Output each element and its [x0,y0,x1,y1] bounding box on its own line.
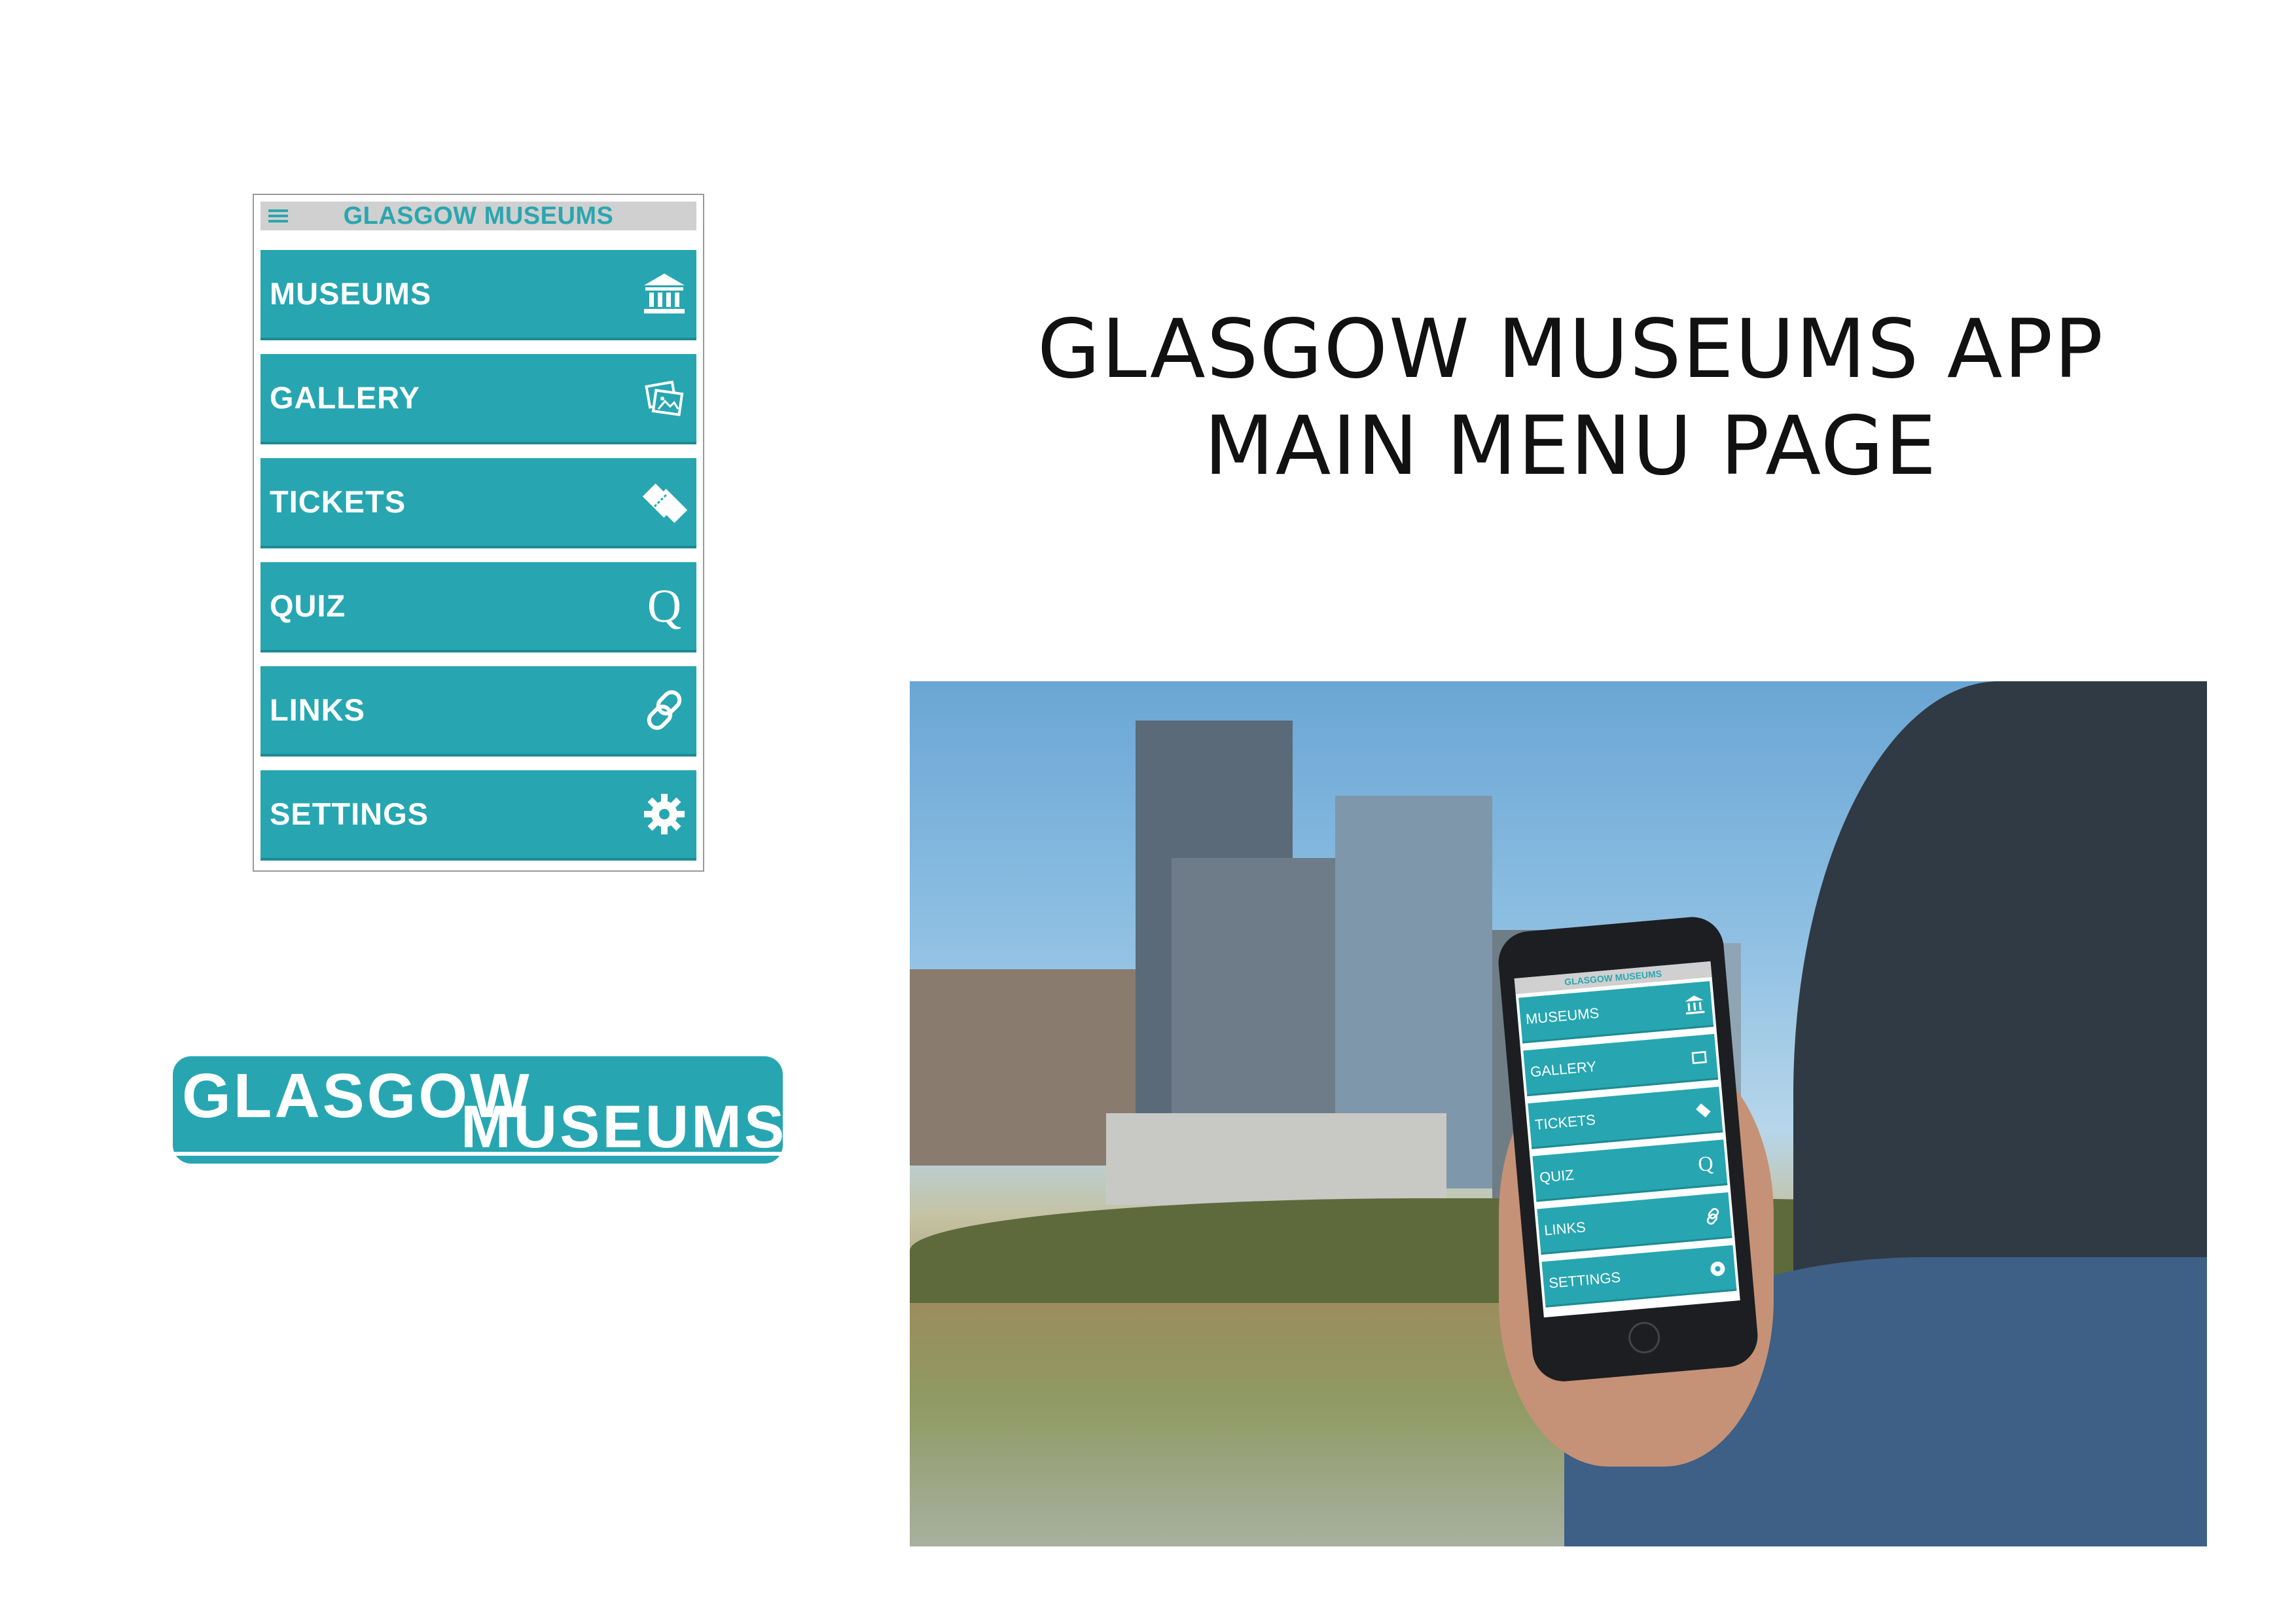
gallery-icon [641,375,687,421]
gear-icon [1706,1257,1729,1280]
menu-item-label: LINKS [270,692,365,727]
menu-item-label: SETTINGS [270,796,429,831]
logo-word-museums: MUSEUMS [461,1094,787,1160]
phone-device: GLASGOW MUSEUMS MUSEUMS GALLERY TICKETS … [1496,914,1761,1384]
menu-item-tickets[interactable]: TICKETS [260,458,696,548]
app-mockup: GLASGOW MUSEUMS MUSEUMS GALLERY TICKETS … [253,194,704,872]
gallery-icon [1688,1046,1711,1069]
phone-menu-item-links: LINKS [1537,1192,1732,1255]
menu-item-links[interactable]: LINKS [260,666,696,757]
menu-item-museums[interactable]: MUSEUMS [260,250,696,340]
quiz-icon: Q [647,580,681,632]
hamburger-icon[interactable] [268,208,288,224]
quiz-icon: Q [1696,1150,1714,1176]
menu-item-gallery[interactable]: GALLERY [260,354,696,444]
page-heading: GLASGOW MUSEUMS APP MAIN MENU PAGE [916,301,2225,495]
phone-menu-label: TICKETS [1534,1111,1596,1133]
phone-menu-item-tickets: TICKETS [1528,1086,1723,1149]
phone-menu-label: GALLERY [1530,1058,1597,1080]
phone-screen: GLASGOW MUSEUMS MUSEUMS GALLERY TICKETS … [1514,961,1740,1318]
menu-item-label: TICKETS [270,484,406,519]
phone-menu-item-settings: SETTINGS [1541,1245,1737,1308]
glasgow-museums-logo: GLASGOW MUSEUMS [173,1056,784,1164]
menu-item-label: GALLERY [270,380,420,415]
app-title: GLASGOW MUSEUMS [343,202,614,230]
tickets-icon [641,479,688,525]
link-icon [1702,1205,1725,1228]
phone-menu-label: LINKS [1543,1219,1587,1239]
menu-item-label: MUSEUMS [270,276,432,311]
museum-icon [1683,993,1706,1016]
phone-menu-label: SETTINGS [1548,1268,1622,1292]
phone-menu-item-quiz: QUIZ Q [1532,1139,1728,1202]
building [1106,1113,1446,1205]
menu-item-label: QUIZ [270,588,346,623]
phone-menu-label: QUIZ [1539,1166,1575,1186]
menu-item-settings[interactable]: SETTINGS [260,770,696,861]
heading-line-2: MAIN MENU PAGE [1204,399,1938,493]
lifestyle-photo: GLASGOW MUSEUMS MUSEUMS GALLERY TICKETS … [910,681,2207,1546]
link-icon [641,687,687,733]
gear-icon [641,791,687,837]
phone-menu-item-gallery: GALLERY [1523,1033,1719,1097]
phone-menu-label: MUSEUMS [1525,1005,1600,1027]
heading-line-1: GLASGOW MUSEUMS APP [1037,302,2105,397]
menu-item-quiz[interactable]: QUIZ Q [260,562,696,652]
tickets-icon [1693,1099,1715,1122]
museum-icon [641,271,687,317]
phone-home-button [1627,1320,1662,1355]
app-header: GLASGOW MUSEUMS [260,202,696,230]
